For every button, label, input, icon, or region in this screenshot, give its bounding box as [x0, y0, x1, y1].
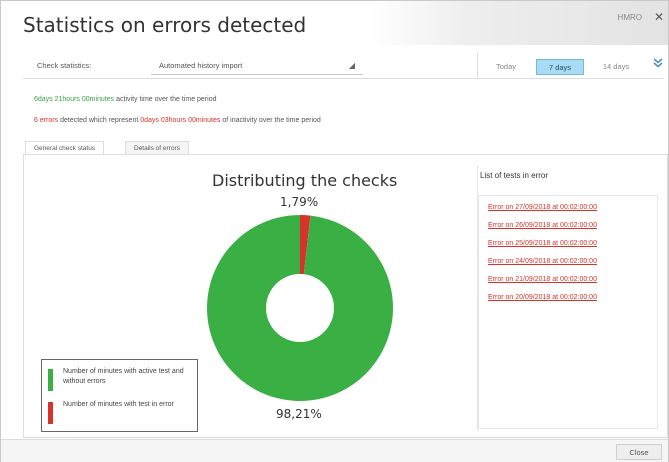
error-link[interactable]: Error on 25/09/2018 at 00:02:00:00	[488, 240, 597, 247]
check-select[interactable]: Automated history import ◢	[151, 58, 363, 75]
tab-details-of-errors[interactable]: Details of errors	[125, 141, 189, 155]
activity-summary: 6days 21hours 00minutes activity time ov…	[34, 96, 217, 103]
dialog-title: Statistics on errors detected	[23, 13, 307, 37]
chart-legend: Number of minutes with active test and w…	[41, 359, 198, 432]
data-label-error: 1,79%	[280, 195, 319, 209]
dialog-footer: Close	[1, 439, 668, 462]
statistics-dialog: Statistics on errors detected HMRO ✕ Che…	[0, 0, 669, 462]
legend-swatch-green	[48, 369, 53, 391]
period-tab-today[interactable]: Today	[486, 59, 526, 75]
period-tab-14-days[interactable]: 14 days	[594, 59, 638, 75]
tab-content: Distributing the checks 1,79% 98,21% Num…	[23, 154, 668, 438]
data-label-ok: 98,21%	[276, 407, 322, 421]
error-link[interactable]: Error on 20/09/2018 at 00:02:00:00	[488, 294, 597, 301]
errors-summary: 6 errors detected which represent 0days …	[34, 117, 321, 124]
error-link[interactable]: Error on 21/09/2018 at 00:02:00:00	[488, 276, 597, 283]
errors-text-end: of inactivity over the time period	[220, 117, 321, 124]
tab-general-check-status[interactable]: General check status	[25, 141, 105, 155]
close-icon[interactable]: ✕	[654, 10, 664, 24]
help-link[interactable]: HMRO	[618, 13, 642, 22]
activity-time: 6days 21hours 00minutes	[34, 96, 115, 103]
period-selector: Today 7 days 14 days	[477, 53, 669, 79]
errors-count: 6 errors	[34, 117, 59, 124]
inactivity-time: 0days 03hours 00minutes	[140, 117, 221, 124]
legend-swatch-red	[48, 402, 53, 424]
error-link[interactable]: Error on 26/09/2018 at 00:02:00:00	[488, 222, 597, 229]
error-link[interactable]: Error on 24/09/2018 at 00:02:00:00	[488, 258, 597, 265]
donut-chart	[207, 215, 393, 401]
errors-list-title: List of tests in error	[480, 171, 549, 180]
double-chevron-down-icon[interactable]	[653, 58, 663, 71]
legend-label-ok: Number of minutes with active test and w…	[63, 368, 184, 385]
title-bar: Statistics on errors detected HMRO ✕	[1, 1, 668, 45]
dropdown-arrow-icon: ◢	[348, 61, 355, 70]
errors-text-mid: detected which represent	[58, 117, 141, 124]
check-statistics-label: Check statistics:	[37, 61, 92, 70]
errors-panel: List of tests in error Error on 27/09/20…	[477, 165, 658, 431]
donut-hole	[266, 274, 334, 342]
error-link[interactable]: Error on 27/09/2018 at 00:02:00:00	[488, 204, 597, 211]
close-button[interactable]: Close	[616, 444, 662, 460]
errors-list: Error on 27/09/2018 at 00:02:00:00 Error…	[478, 195, 658, 429]
check-select-value: Automated history import	[159, 61, 243, 70]
legend-label-error: Number of minutes with test in error	[63, 401, 174, 408]
activity-text: activity time over the time period	[114, 96, 217, 103]
chart-title: Distributing the checks	[212, 171, 398, 190]
period-tab-7-days[interactable]: 7 days	[536, 59, 584, 75]
